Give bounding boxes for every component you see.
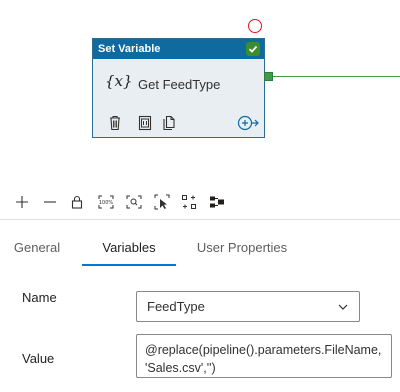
auto-align-icon[interactable] (180, 193, 198, 211)
properties-tabs: General Variables User Properties (0, 228, 400, 266)
copy-icon[interactable] (161, 114, 177, 132)
tab-user-properties-label: User Properties (196, 239, 288, 255)
svg-text:100%: 100% (99, 200, 114, 206)
breakpoint-circle-icon[interactable] (248, 19, 262, 33)
variable-name-select[interactable]: FeedType (136, 291, 360, 322)
delete-icon[interactable] (107, 114, 123, 132)
chevron-down-icon (337, 301, 349, 313)
add-output-icon[interactable] (237, 114, 259, 132)
success-connector-line[interactable] (271, 76, 400, 77)
success-check-icon (246, 42, 260, 56)
layout-icon[interactable] (208, 193, 226, 211)
name-label: Name (22, 290, 57, 305)
active-tab-indicator (82, 264, 176, 266)
tab-general-label: General (13, 239, 61, 255)
view-source-icon[interactable] (137, 114, 153, 132)
success-output-port[interactable] (264, 72, 273, 81)
select-icon[interactable] (153, 193, 171, 211)
activity-type-label: Set Variable (98, 43, 161, 55)
set-variable-activity[interactable]: Set Variable {x} Get FeedType (92, 38, 265, 138)
zoom-in-icon[interactable] (13, 193, 31, 211)
pipeline-canvas[interactable]: Set Variable {x} Get FeedType (0, 0, 400, 183)
activity-actions (107, 114, 259, 134)
activity-header: Set Variable (93, 39, 264, 59)
tab-variables[interactable]: Variables (82, 228, 176, 266)
tab-user-properties[interactable]: User Properties (190, 228, 294, 266)
pipeline-editor: Set Variable {x} Get FeedType 100% Gener… (0, 0, 400, 392)
activity-body: {x} Get FeedType (93, 59, 264, 137)
canvas-toolbar: 100% (0, 183, 400, 220)
variable-name-value: FeedType (147, 299, 205, 314)
zoom-100-icon[interactable]: 100% (97, 193, 115, 211)
tab-general[interactable]: General (6, 228, 68, 266)
fit-to-window-icon[interactable] (125, 193, 143, 211)
zoom-out-icon[interactable] (41, 193, 59, 211)
variable-value-field[interactable]: @replace(pipeline().parameters.FileName,… (136, 334, 392, 378)
lock-icon[interactable] (68, 193, 86, 211)
activity-name: Get FeedType (138, 77, 221, 92)
variable-icon: {x} (105, 72, 133, 90)
variable-value-text: @replace(pipeline().parameters.FileName,… (145, 343, 382, 375)
value-label: Value (22, 351, 55, 366)
tab-variables-label: Variables (102, 239, 156, 255)
